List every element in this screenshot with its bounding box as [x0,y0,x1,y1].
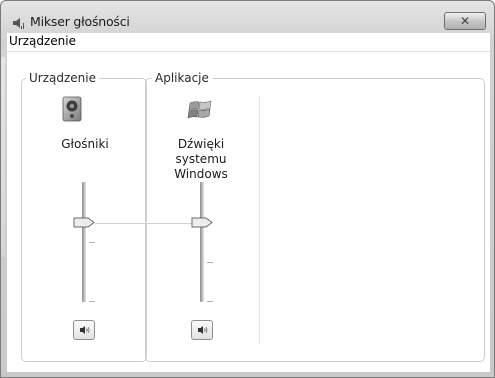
speakers-mute-button[interactable] [73,320,95,340]
speaker-volume-icon [13,18,24,29]
slider-tick [89,301,95,302]
applications-group-label: Aplikacje [152,71,212,85]
close-icon: ✕ [459,14,471,28]
speaker-device-icon [62,96,82,122]
volume-mixer-window: Mikser głośności ✕ Urządzenie Urządzenie… [0,0,495,378]
speakers-name: Głośniki [61,137,109,151]
system-sounds-volume-slider[interactable] [191,182,219,306]
system-sounds-name-line-2: Windows [174,167,228,181]
system-sounds-slider-track [200,182,204,302]
speakers-slider-thumb[interactable] [73,217,95,228]
windows-logo-icon [187,100,212,119]
window-title: Mikser głośności [30,14,130,29]
speaker-mute-toggle-icon [198,326,208,334]
channel-divider [259,96,260,344]
slider-tick [207,301,213,302]
menu-item-device[interactable]: Urządzenie [9,34,76,48]
menu-bar: Urządzenie [7,33,490,51]
slider-tick [207,262,213,263]
speaker-mute-toggle-icon [80,326,90,334]
system-sounds-mute-button[interactable] [191,320,213,340]
system-sounds-name-line-1: Dźwięki systemu [175,137,227,166]
slider-tick [89,242,95,243]
close-button[interactable]: ✕ [444,12,486,30]
device-group-label: Urządzenie [26,71,99,85]
title-bar[interactable]: Mikser głośności ✕ [1,1,494,33]
speakers-slider-track [82,182,86,302]
mixer-panel: Urządzenie Aplikacje Głośniki Dźwięki sy… [7,51,490,372]
speakers-volume-slider[interactable] [73,182,101,306]
slider-link-line [95,223,195,224]
system-sounds-slider-thumb[interactable] [191,217,213,228]
window-left-edge [1,57,5,257]
system-sounds-name: Dźwięki systemu Windows [151,137,251,182]
